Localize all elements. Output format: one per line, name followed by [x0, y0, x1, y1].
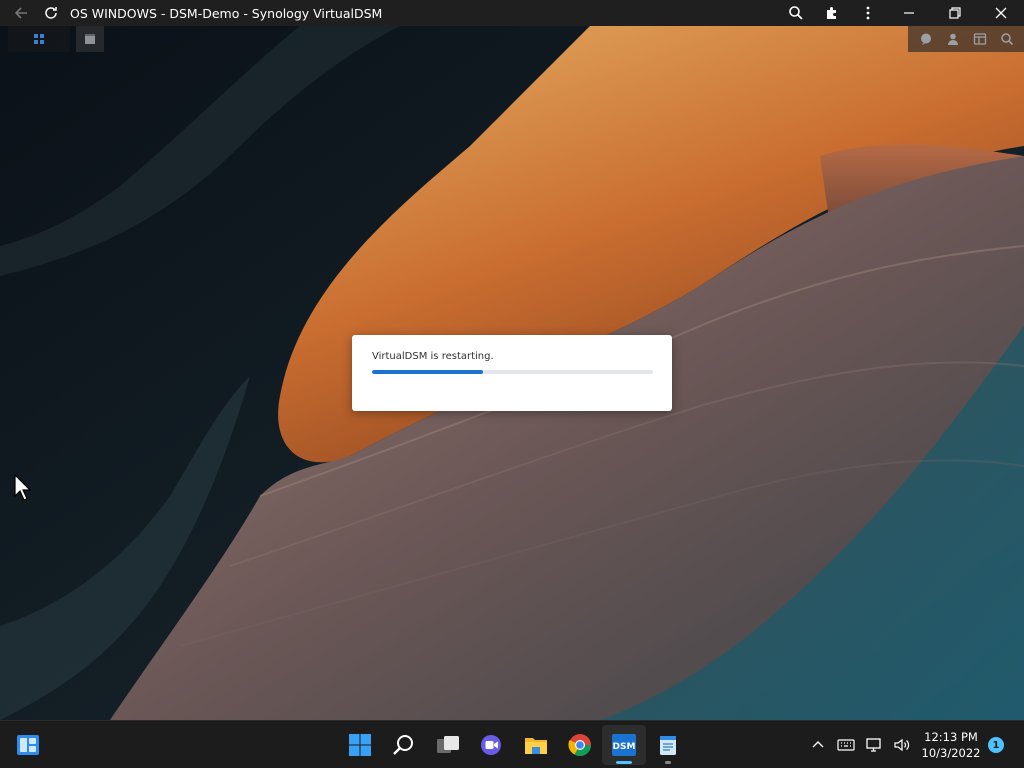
running-app-indicator: [665, 761, 671, 764]
search-icon[interactable]: [993, 26, 1020, 52]
mouse-cursor-icon: [14, 474, 32, 501]
taskbar-chat[interactable]: [470, 725, 514, 765]
taskbar-start[interactable]: [338, 725, 382, 765]
widgets-icon[interactable]: [966, 26, 993, 52]
extensions-icon[interactable]: [814, 0, 850, 26]
windows-start-icon: [349, 734, 371, 756]
user-icon[interactable]: [939, 26, 966, 52]
active-app-indicator: [616, 761, 632, 764]
taskbar-clock[interactable]: 12:13 PM 10/3/2022: [918, 729, 984, 761]
taskbar-chrome[interactable]: [558, 725, 602, 765]
taskbar-apps: DSM: [338, 725, 690, 765]
taskbar-file-explorer[interactable]: [514, 725, 558, 765]
video-chat-icon: [481, 735, 501, 755]
reload-icon[interactable]: [36, 0, 66, 26]
chat-icon[interactable]: [912, 26, 939, 52]
screen: OS WINDOWS - DSM-Demo - Synology Virtual…: [0, 0, 1024, 768]
app-window-icon[interactable]: [76, 26, 104, 52]
keyboard-icon[interactable]: [832, 729, 860, 761]
system-tray: [804, 729, 916, 761]
widgets-button[interactable]: [12, 731, 44, 759]
taskbar-dsm[interactable]: DSM: [602, 725, 646, 765]
notification-badge[interactable]: 1: [988, 737, 1004, 753]
more-icon[interactable]: [850, 0, 886, 26]
network-icon[interactable]: [860, 729, 888, 761]
restore-icon[interactable]: [932, 0, 978, 26]
browser-title: OS WINDOWS - DSM-Demo - Synology Virtual…: [70, 5, 383, 21]
taskbar-notepad[interactable]: [646, 725, 690, 765]
widgets-board-icon: [17, 735, 39, 755]
search-icon: [393, 735, 413, 755]
clock-date: 10/3/2022: [921, 746, 981, 760]
taskbar-task-view[interactable]: [426, 725, 470, 765]
restart-progress-fill: [372, 370, 483, 374]
svg-text:DSM: DSM: [613, 742, 636, 752]
windows-taskbar: DSM 12:13 PM 10/3/2022 1: [0, 720, 1024, 768]
volume-icon[interactable]: [888, 729, 916, 761]
clock-time: 12:13 PM: [924, 730, 978, 744]
task-view-icon: [437, 736, 459, 753]
chrome-icon: [568, 734, 591, 756]
zoom-icon[interactable]: [778, 0, 814, 26]
dsm-icon: DSM: [612, 734, 636, 756]
dsm-taskbar-left: [8, 26, 104, 52]
main-menu-icon[interactable]: [8, 26, 70, 52]
minimize-icon[interactable]: [886, 0, 932, 26]
notepad-icon: [660, 736, 676, 755]
restart-message: VirtualDSM is restarting.: [372, 351, 494, 362]
dsm-taskbar-right: [908, 26, 1024, 52]
close-icon[interactable]: [978, 0, 1024, 26]
folder-icon: [525, 738, 547, 754]
browser-title-bar: OS WINDOWS - DSM-Demo - Synology Virtual…: [0, 0, 1024, 26]
restart-progress-bar: [372, 370, 653, 374]
restart-dialog: VirtualDSM is restarting.: [352, 335, 672, 411]
chevron-up-icon[interactable]: [804, 729, 832, 761]
back-arrow-icon[interactable]: [6, 0, 36, 26]
taskbar-search[interactable]: [382, 725, 426, 765]
dsm-desktop: VirtualDSM is restarting.: [0, 26, 1024, 720]
